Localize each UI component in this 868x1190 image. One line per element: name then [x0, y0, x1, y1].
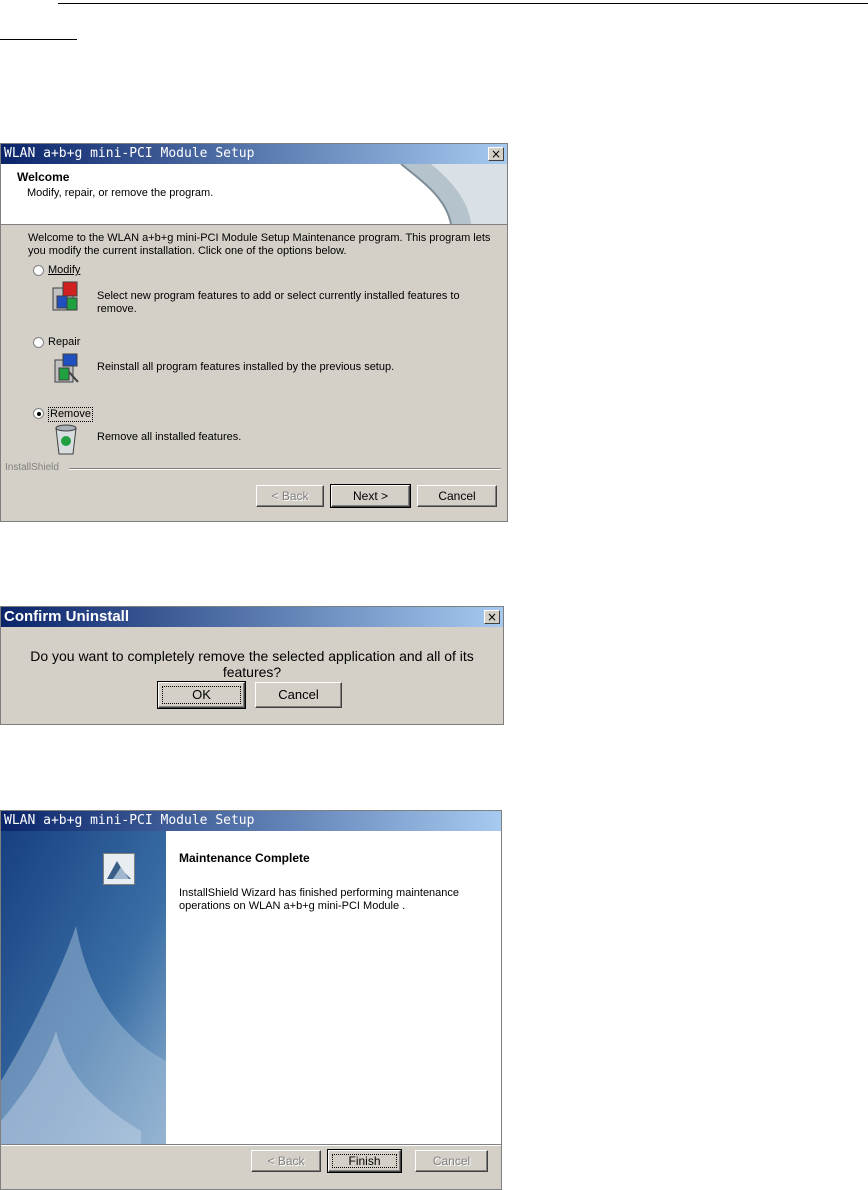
wizard-sidebar-image — [1, 831, 166, 1144]
confirm-titlebar: Confirm Uninstall — [1, 607, 503, 627]
cancel-button[interactable]: Cancel — [417, 485, 497, 507]
recycle-bin-icon — [55, 424, 77, 455]
installshield-logo-icon — [103, 853, 135, 885]
modify-desc: Select new program features to add or se… — [97, 290, 460, 315]
confirm-title: Confirm Uninstall — [4, 608, 130, 625]
complete-title: WLAN a+b+g mini-PCI Module Setup — [4, 813, 255, 828]
modify-icon — [52, 281, 78, 311]
focus-rect — [162, 686, 241, 704]
page-curl-icon — [400, 164, 507, 224]
modify-radio[interactable] — [33, 265, 44, 276]
setup-title: WLAN a+b+g mini-PCI Module Setup — [4, 146, 255, 161]
remove-label[interactable]: Remove — [48, 407, 93, 422]
repair-desc: Reinstall all program features installed… — [97, 361, 395, 373]
back-button[interactable]: < Back — [256, 485, 324, 507]
top-rule — [58, 3, 868, 4]
close-icon[interactable]: × — [484, 610, 500, 624]
setup-header-panel: Welcome Modify, repair, or remove the pr… — [1, 164, 507, 225]
complete-dialog: WLAN a+b+g mini-PCI Module Setup Mainten… — [0, 810, 502, 1190]
complete-content: Maintenance Complete InstallShield Wizar… — [103, 831, 501, 1144]
footer-separator — [69, 468, 501, 470]
repair-radio[interactable] — [33, 337, 44, 348]
close-icon[interactable]: × — [488, 147, 504, 161]
installshield-brand: InstallShield — [5, 462, 59, 473]
setup-subheading: Modify, repair, or remove the program. — [27, 187, 214, 199]
modify-label[interactable]: Modify — [48, 264, 80, 277]
confirm-message: Do you want to completely remove the sel… — [30, 648, 474, 680]
setup-titlebar: WLAN a+b+g mini-PCI Module Setup — [1, 144, 507, 164]
complete-heading: Maintenance Complete — [179, 851, 310, 865]
footer-separator — [1, 1144, 501, 1146]
heading-underline — [0, 39, 77, 40]
radio-selected-dot — [37, 412, 41, 416]
back-button[interactable]: < Back — [251, 1150, 321, 1172]
cancel-button[interactable]: Cancel — [415, 1150, 488, 1172]
repair-icon — [54, 353, 79, 383]
setup-heading: Welcome — [17, 170, 70, 184]
remove-desc: Remove all installed features. — [97, 431, 242, 443]
finish-button[interactable]: Finish — [327, 1149, 402, 1173]
complete-body: InstallShield Wizard has finished perfor… — [179, 887, 460, 912]
confirm-dialog: Confirm Uninstall × Do you want to compl… — [0, 606, 504, 725]
next-button[interactable]: Next > — [330, 484, 411, 508]
setup-dialog: WLAN a+b+g mini-PCI Module Setup × Welco… — [0, 143, 508, 522]
setup-intro: Welcome to the WLAN a+b+g mini-PCI Modul… — [28, 232, 491, 257]
cancel-button[interactable]: Cancel — [255, 682, 342, 708]
complete-titlebar: WLAN a+b+g mini-PCI Module Setup — [1, 811, 501, 831]
repair-label[interactable]: Repair — [48, 336, 80, 349]
next-label: Next > — [352, 489, 388, 503]
focus-rect — [332, 1154, 397, 1168]
remove-radio[interactable] — [33, 408, 44, 419]
ok-button[interactable]: OK — [157, 681, 246, 709]
